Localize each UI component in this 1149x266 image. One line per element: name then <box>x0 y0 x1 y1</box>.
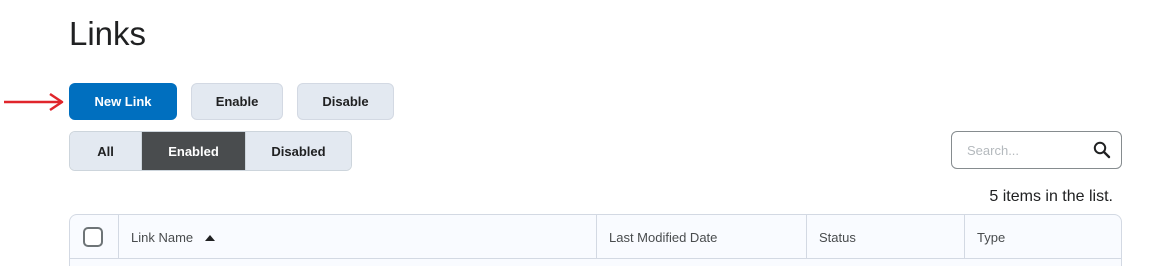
column-header-last-modified[interactable]: Last Modified Date <box>596 215 806 259</box>
filter-disabled-button[interactable]: Disabled <box>245 132 351 170</box>
column-label: Link Name <box>131 229 194 245</box>
red-arrow-annotation <box>4 92 64 112</box>
disable-button[interactable]: Disable <box>297 83 394 120</box>
select-all-checkbox[interactable] <box>83 227 103 247</box>
select-all-cell <box>70 215 118 259</box>
page-title: Links <box>69 15 147 52</box>
sort-ascending-icon <box>205 230 216 245</box>
column-label: Last Modified Date <box>609 229 718 245</box>
column-header-type[interactable]: Type <box>964 215 1121 259</box>
search-box <box>951 131 1122 169</box>
column-label: Type <box>977 229 1006 245</box>
search-icon[interactable] <box>1093 141 1111 164</box>
item-count: 5 items in the list. <box>989 188 1113 205</box>
status-filter-group: All Enabled Disabled <box>69 131 352 171</box>
filter-enabled-button[interactable]: Enabled <box>141 132 245 170</box>
search-input[interactable] <box>965 141 1089 159</box>
column-header-status[interactable]: Status <box>806 215 964 259</box>
new-link-button[interactable]: New Link <box>69 83 177 120</box>
column-label: Status <box>819 229 856 245</box>
enable-button[interactable]: Enable <box>191 83 283 120</box>
filter-all-button[interactable]: All <box>70 132 141 170</box>
column-header-link-name[interactable]: Link Name <box>118 215 596 259</box>
header-divider <box>69 258 1122 259</box>
